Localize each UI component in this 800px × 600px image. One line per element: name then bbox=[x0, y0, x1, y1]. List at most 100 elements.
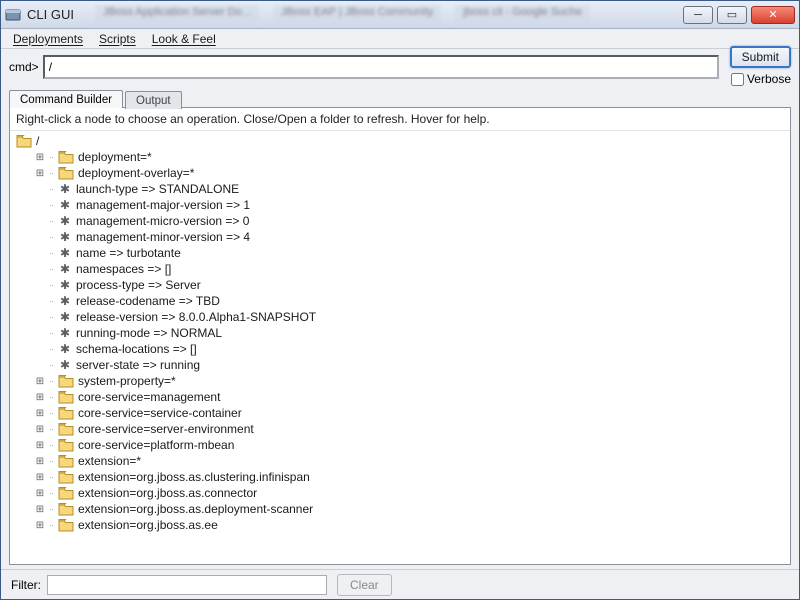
tree-node-label: schema-locations => [] bbox=[76, 342, 197, 356]
tree-leaf[interactable]: ··✱management-major-version => 1 bbox=[16, 197, 788, 213]
tree-leaf[interactable]: ··✱ process-type => Server bbox=[16, 277, 788, 293]
cmd-input[interactable] bbox=[43, 55, 719, 79]
tree-connector: ·· bbox=[46, 488, 56, 498]
tree-root[interactable]: / bbox=[16, 133, 788, 149]
submit-button[interactable]: Submit bbox=[730, 46, 791, 68]
expander-icon[interactable]: ⊞ bbox=[34, 408, 46, 419]
clear-button[interactable]: Clear bbox=[337, 574, 392, 596]
tree-connector: ·· bbox=[46, 152, 56, 162]
tree-node-label: extension=* bbox=[78, 454, 141, 468]
tabstrip: Command Builder Output bbox=[1, 85, 799, 107]
gear-icon: ✱ bbox=[58, 230, 72, 244]
tree-node-label: core-service=platform-mbean bbox=[78, 438, 234, 452]
expander-icon[interactable]: ⊞ bbox=[34, 456, 46, 467]
folder-icon bbox=[58, 438, 74, 452]
tree-folder[interactable]: ⊞··extension=org.jboss.as.clustering.inf… bbox=[16, 469, 788, 485]
tree-leaf[interactable]: ··✱namespaces => [] bbox=[16, 261, 788, 277]
close-button[interactable]: ✕ bbox=[751, 6, 795, 24]
folder-icon bbox=[58, 502, 74, 516]
folder-icon bbox=[58, 422, 74, 436]
tree-node-label: core-service=server-environment bbox=[78, 422, 254, 436]
tree-leaf[interactable]: ··✱launch-type => STANDALONE bbox=[16, 181, 788, 197]
gear-icon: ✱ bbox=[58, 326, 72, 340]
tree-leaf[interactable]: ··✱running-mode => NORMAL bbox=[16, 325, 788, 341]
tree-connector: ·· bbox=[46, 296, 56, 306]
expander-icon[interactable]: ⊞ bbox=[34, 440, 46, 451]
tree-leaf[interactable]: ··✱management-minor-version => 4 bbox=[16, 229, 788, 245]
expander-icon[interactable]: ⊞ bbox=[34, 520, 46, 531]
tree-folder[interactable]: ⊞··extension=org.jboss.as.ee bbox=[16, 517, 788, 533]
tree-folder[interactable]: ⊞··extension=org.jboss.as.deployment-sca… bbox=[16, 501, 788, 517]
tree-leaf[interactable]: ··✱ schema-locations => [] bbox=[16, 341, 788, 357]
tree-connector: ·· bbox=[46, 280, 56, 290]
tree-folder[interactable]: ⊞··core-service=server-environment bbox=[16, 421, 788, 437]
tree-node-label: process-type => Server bbox=[76, 278, 201, 292]
tree-folder[interactable]: ⊞··extension=* bbox=[16, 453, 788, 469]
verbose-label: Verbose bbox=[747, 72, 791, 86]
tree-leaf[interactable]: ··✱release-codename => TBD bbox=[16, 293, 788, 309]
gear-icon: ✱ bbox=[58, 198, 72, 212]
expander-icon[interactable]: ⊞ bbox=[34, 152, 46, 163]
folder-icon bbox=[16, 134, 32, 148]
tree-connector: ·· bbox=[46, 328, 56, 338]
tree-connector: ·· bbox=[46, 264, 56, 274]
tree-node-label: core-service=management bbox=[78, 390, 220, 404]
gear-icon: ✱ bbox=[58, 294, 72, 308]
app-window: CLI GUI JBoss Application Server Do...JB… bbox=[0, 0, 800, 600]
minimize-button[interactable]: ─ bbox=[683, 6, 713, 24]
folder-icon bbox=[58, 374, 74, 388]
menu-deployments[interactable]: Deployments bbox=[7, 30, 89, 48]
tree-node-label: deployment-overlay=* bbox=[78, 166, 194, 180]
tab-command-builder[interactable]: Command Builder bbox=[9, 90, 123, 108]
expander-icon[interactable]: ⊞ bbox=[34, 424, 46, 435]
tree-connector: ·· bbox=[46, 216, 56, 226]
tree-leaf[interactable]: ··✱name => turbotante bbox=[16, 245, 788, 261]
tree-connector: ·· bbox=[46, 184, 56, 194]
expander-icon[interactable]: ⊞ bbox=[34, 488, 46, 499]
tree-leaf[interactable]: ··✱release-version => 8.0.0.Alpha1-SNAPS… bbox=[16, 309, 788, 325]
tab-output[interactable]: Output bbox=[125, 91, 182, 109]
folder-icon bbox=[58, 390, 74, 404]
tree-leaf[interactable]: ··✱management-micro-version => 0 bbox=[16, 213, 788, 229]
tree-connector: ·· bbox=[46, 392, 56, 402]
verbose-checkbox[interactable] bbox=[731, 73, 744, 86]
menubar: Deployments Scripts Look & Feel bbox=[1, 29, 799, 49]
expander-icon[interactable]: ⊞ bbox=[34, 168, 46, 179]
expander-icon[interactable]: ⊞ bbox=[34, 472, 46, 483]
content-frame: Right-click a node to choose an operatio… bbox=[9, 107, 791, 565]
app-icon bbox=[5, 7, 21, 23]
gear-icon: ✱ bbox=[58, 214, 72, 228]
tree-folder[interactable]: ⊞··core-service=platform-mbean bbox=[16, 437, 788, 453]
footer: Filter: Clear bbox=[1, 569, 799, 599]
tree-view[interactable]: /⊞··deployment=*⊞··deployment-overlay=*·… bbox=[10, 131, 790, 564]
cmd-label: cmd> bbox=[9, 60, 39, 74]
tree-connector: ·· bbox=[46, 248, 56, 258]
tree-leaf[interactable]: ··✱server-state => running bbox=[16, 357, 788, 373]
tree-node-label: server-state => running bbox=[76, 358, 200, 372]
menu-scripts[interactable]: Scripts bbox=[93, 30, 142, 48]
expander-icon[interactable]: ⊞ bbox=[34, 392, 46, 403]
folder-icon bbox=[58, 406, 74, 420]
tree-folder[interactable]: ⊞··system-property=* bbox=[16, 373, 788, 389]
expander-icon[interactable]: ⊞ bbox=[34, 504, 46, 515]
folder-icon bbox=[58, 486, 74, 500]
tree-folder[interactable]: ⊞··core-service=service-container bbox=[16, 405, 788, 421]
tree-folder[interactable]: ⊞·· core-service=management bbox=[16, 389, 788, 405]
gear-icon: ✱ bbox=[58, 342, 72, 356]
folder-icon bbox=[58, 150, 74, 164]
tree-connector: ·· bbox=[46, 344, 56, 354]
expander-icon[interactable]: ⊞ bbox=[34, 376, 46, 387]
tree-node-label: extension=org.jboss.as.ee bbox=[78, 518, 218, 532]
gear-icon: ✱ bbox=[58, 182, 72, 196]
menu-look-feel[interactable]: Look & Feel bbox=[146, 30, 222, 48]
filter-input[interactable] bbox=[47, 575, 327, 595]
tree-node-label: release-version => 8.0.0.Alpha1-SNAPSHOT bbox=[76, 310, 316, 324]
maximize-button[interactable]: ▭ bbox=[717, 6, 747, 24]
tree-folder[interactable]: ⊞··deployment-overlay=* bbox=[16, 165, 788, 181]
gear-icon: ✱ bbox=[58, 278, 72, 292]
tree-node-label: deployment=* bbox=[78, 150, 152, 164]
tree-folder[interactable]: ⊞·· deployment=* bbox=[16, 149, 788, 165]
tree-folder[interactable]: ⊞··extension=org.jboss.as.connector bbox=[16, 485, 788, 501]
hint-text: Right-click a node to choose an operatio… bbox=[10, 108, 790, 131]
tree-node-label: core-service=service-container bbox=[78, 406, 242, 420]
